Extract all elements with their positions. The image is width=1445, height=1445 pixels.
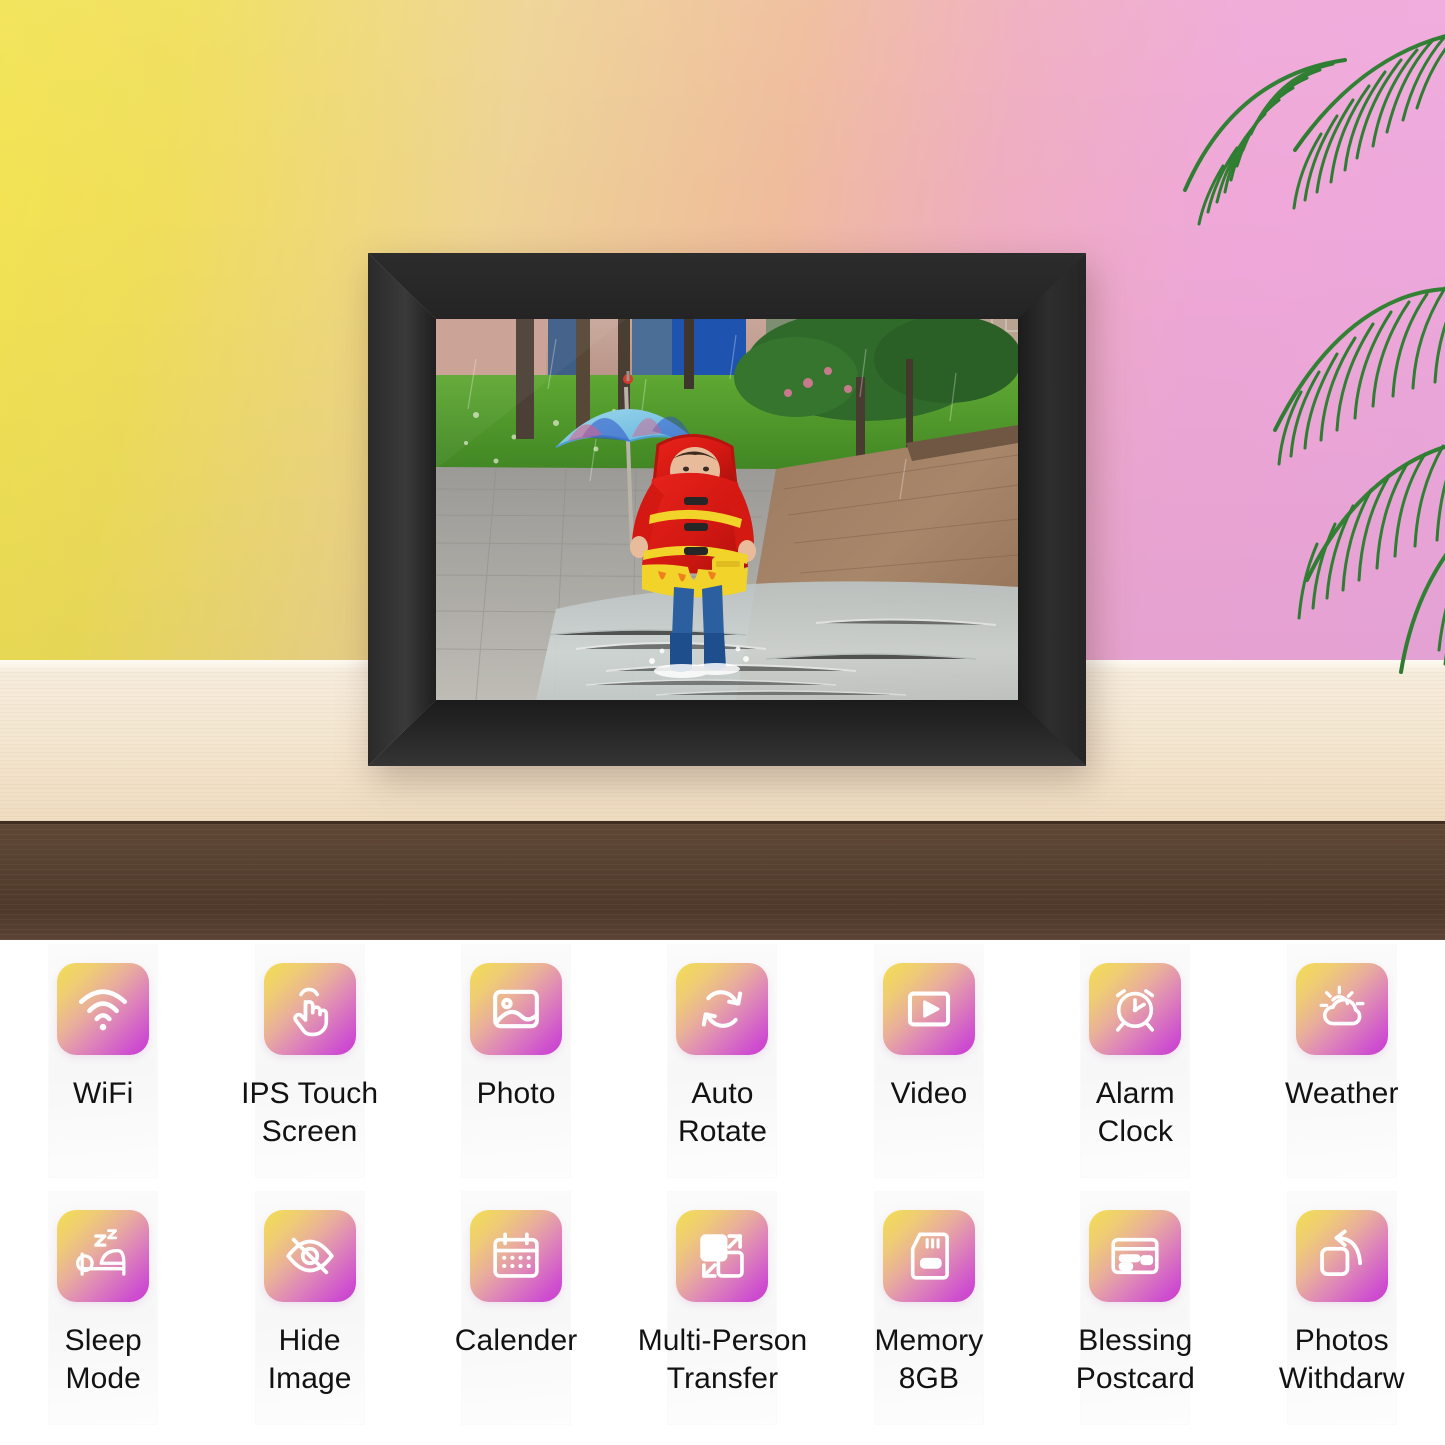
frame-screen[interactable] bbox=[436, 319, 1018, 700]
feature-label: Photo bbox=[476, 1077, 556, 1110]
sleep-bed-icon bbox=[57, 1210, 150, 1302]
feature-photos-withdraw[interactable]: Photos Withdarw bbox=[1239, 1192, 1445, 1442]
multi-person-transfer-icon bbox=[676, 1210, 769, 1302]
feature-grid: WiFi IPS Touch Screen Photo Auto Rotate … bbox=[0, 940, 1445, 1445]
feature-label: IPS Touch Screen bbox=[241, 1077, 379, 1148]
feature-label: Multi-Person Transfer bbox=[637, 1324, 808, 1395]
feature-multi-person-transfer[interactable]: Multi-Person Transfer bbox=[619, 1192, 825, 1442]
feature-label: WiFi bbox=[73, 1077, 134, 1110]
feature-weather[interactable]: Weather bbox=[1239, 945, 1445, 1195]
digital-photo-frame[interactable] bbox=[368, 253, 1086, 766]
feature-label: Weather bbox=[1285, 1077, 1399, 1110]
postcard-icon bbox=[1089, 1210, 1182, 1302]
auto-rotate-icon bbox=[676, 963, 769, 1055]
feature-wifi[interactable]: WiFi bbox=[0, 945, 206, 1195]
shelf-front-edge bbox=[0, 821, 1445, 940]
shelf-edge-shadow-line bbox=[0, 821, 1445, 824]
feature-memory[interactable]: Memory 8GB bbox=[826, 1192, 1032, 1442]
feature-label: Sleep Mode bbox=[64, 1324, 142, 1395]
weather-sun-cloud-icon bbox=[1295, 963, 1388, 1055]
feature-label: Memory 8GB bbox=[874, 1324, 984, 1395]
feature-label: Video bbox=[890, 1077, 968, 1110]
feature-row-2: Sleep Mode Hide Image Calender Multi-Per… bbox=[0, 1192, 1445, 1442]
feature-calendar[interactable]: Calender bbox=[413, 1192, 619, 1442]
feature-label: Alarm Clock bbox=[1095, 1077, 1175, 1148]
feature-photo[interactable]: Photo bbox=[413, 945, 619, 1195]
calendar-icon bbox=[470, 1210, 563, 1302]
frame-bezel-top bbox=[368, 253, 1086, 319]
feature-video[interactable]: Video bbox=[826, 945, 1032, 1195]
feature-label: Auto Rotate bbox=[677, 1077, 767, 1148]
feature-ips-touch-screen[interactable]: IPS Touch Screen bbox=[206, 945, 412, 1195]
photo-icon bbox=[470, 963, 563, 1055]
feature-alarm-clock[interactable]: Alarm Clock bbox=[1032, 945, 1238, 1195]
video-play-icon bbox=[882, 963, 975, 1055]
feature-label: Calender bbox=[454, 1324, 578, 1357]
feature-sleep-mode[interactable]: Sleep Mode bbox=[0, 1192, 206, 1442]
frame-bezel-bottom bbox=[368, 700, 1086, 766]
palm-plant bbox=[1045, 0, 1445, 700]
photos-withdraw-icon bbox=[1295, 1210, 1388, 1302]
feature-blessing-postcard[interactable]: Blessing Postcard bbox=[1032, 1192, 1238, 1442]
feature-label: Hide Image bbox=[267, 1324, 352, 1395]
product-hero-scene bbox=[0, 0, 1445, 940]
displayed-photo bbox=[436, 319, 1018, 700]
feature-auto-rotate[interactable]: Auto Rotate bbox=[619, 945, 825, 1195]
feature-label: Photos Withdarw bbox=[1278, 1324, 1405, 1395]
frame-bezel-left bbox=[368, 253, 436, 766]
memory-card-icon bbox=[882, 1210, 975, 1302]
frame-bezel-right bbox=[1018, 253, 1086, 766]
alarm-clock-icon bbox=[1089, 963, 1182, 1055]
feature-hide-image[interactable]: Hide Image bbox=[206, 1192, 412, 1442]
feature-row-1: WiFi IPS Touch Screen Photo Auto Rotate … bbox=[0, 945, 1445, 1195]
touch-hand-icon bbox=[263, 963, 356, 1055]
wifi-icon bbox=[57, 963, 150, 1055]
feature-label: Blessing Postcard bbox=[1075, 1324, 1195, 1395]
eye-slash-icon bbox=[263, 1210, 356, 1302]
